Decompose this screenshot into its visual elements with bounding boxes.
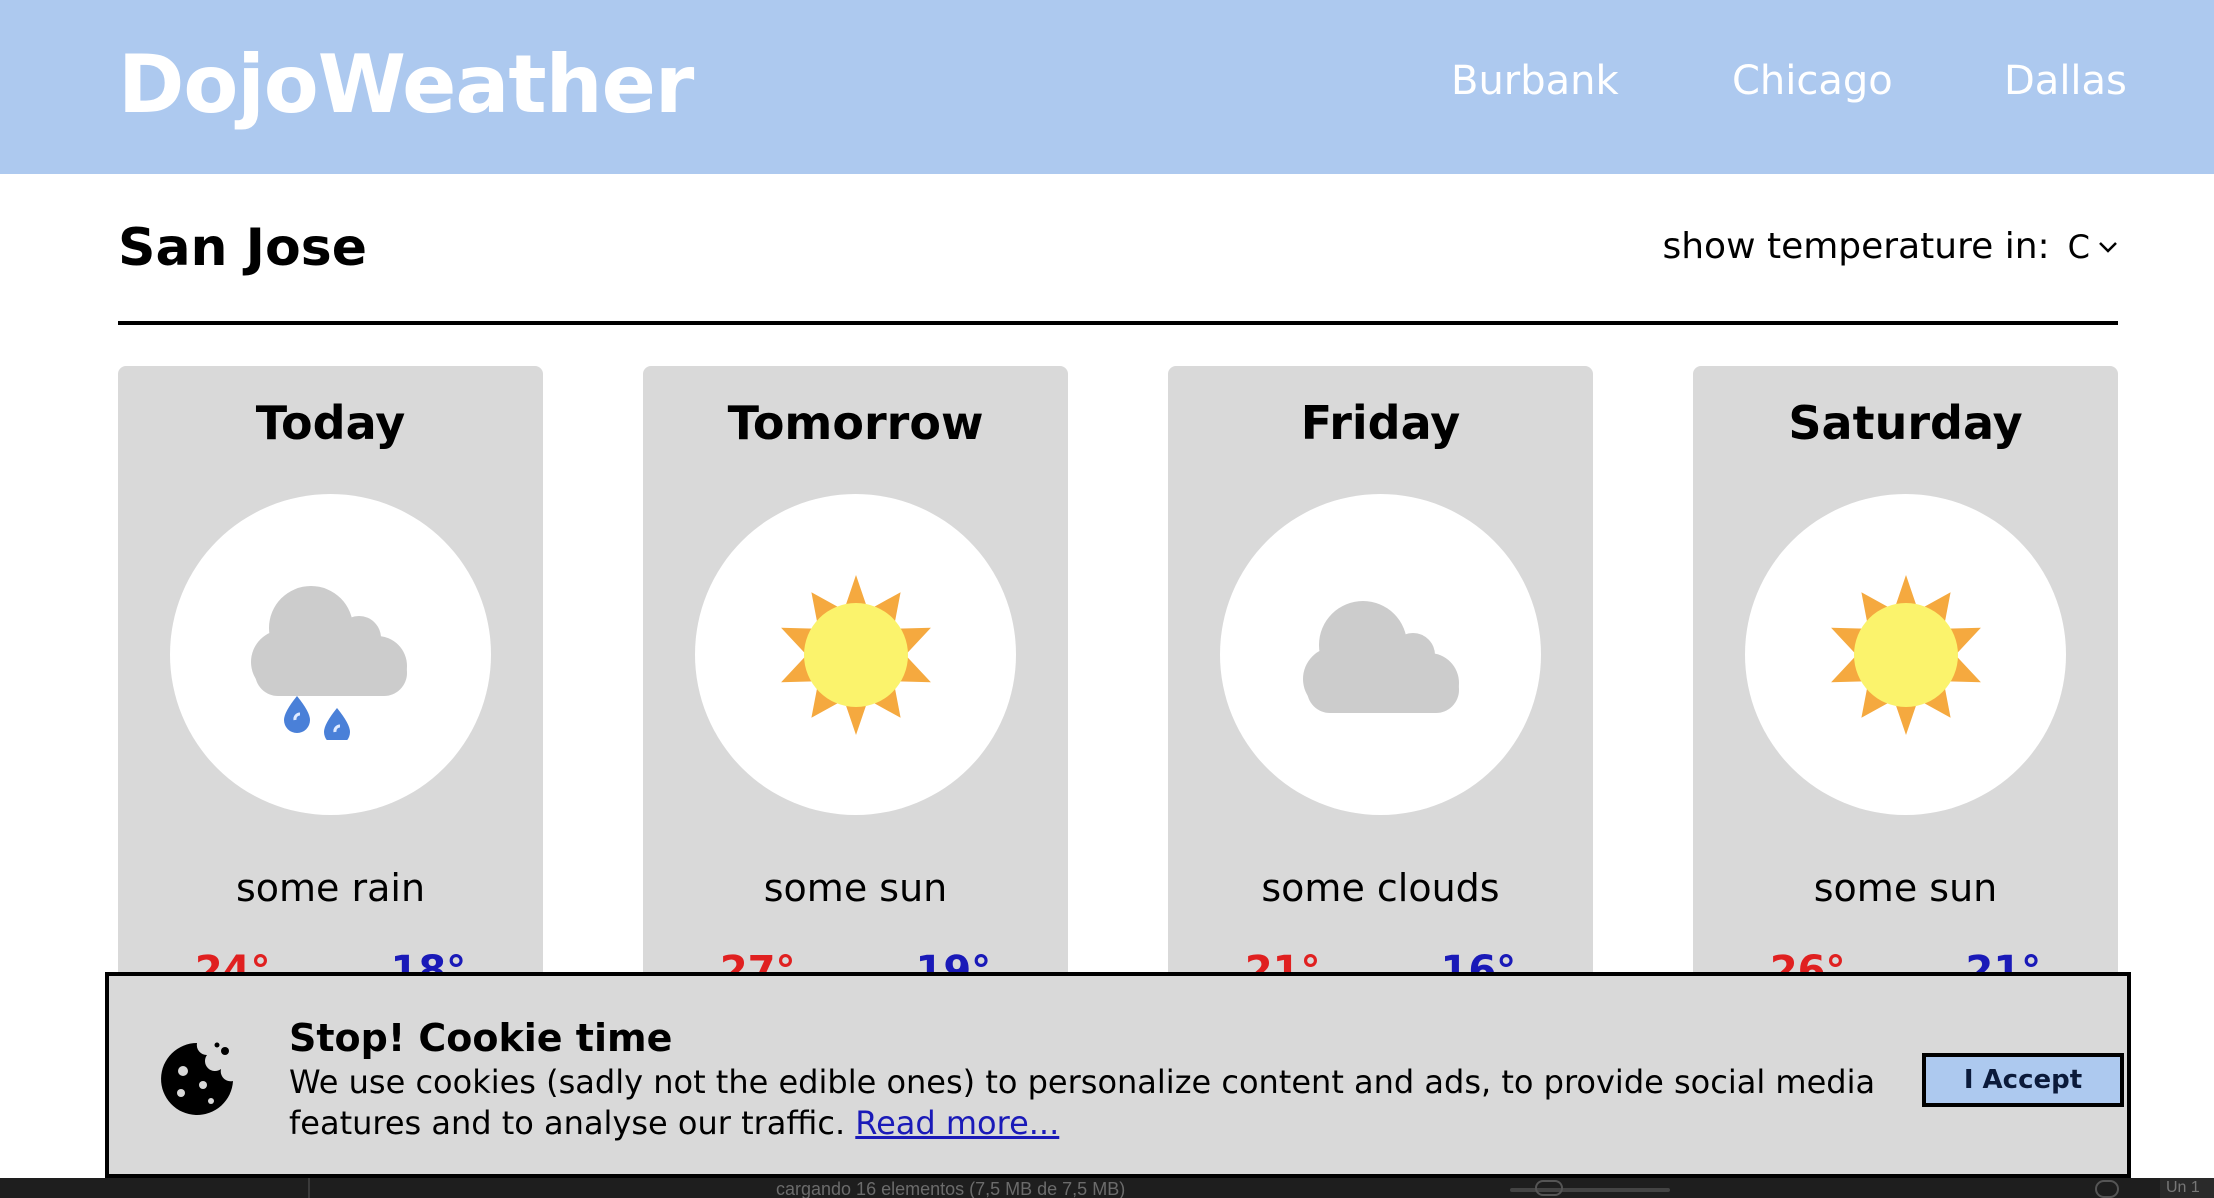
- forecast-card-saturday: Saturday some sun 26° 21°: [1693, 366, 2118, 1066]
- cookie-banner: Stop! Cookie time We use cookies (sadly …: [105, 972, 2131, 1178]
- forecast-card-friday: Friday some clouds 21° 16°: [1168, 366, 1593, 1066]
- temperature-unit-control: show temperature in: C: [1662, 226, 2118, 267]
- temperature-unit-label: show temperature in:: [1662, 226, 2050, 267]
- forecast-card-today: Today some rain 24° 18°: [118, 366, 543, 1066]
- weather-icon-circle: [1745, 494, 2066, 815]
- card-day-label: Saturday: [1788, 396, 2023, 450]
- cloud-icon: [1302, 600, 1459, 713]
- zoom-slider-handle[interactable]: [1535, 1180, 1563, 1196]
- card-day-label: Friday: [1300, 396, 1461, 450]
- divider: [118, 321, 2118, 325]
- rain-cloud-icon: [250, 585, 407, 740]
- cookie-message: We use cookies (sadly not the edible one…: [289, 1063, 1876, 1142]
- status-bar: cargando 16 elementos (7,5 MB de 7,5 MB)…: [0, 1178, 2214, 1198]
- weather-icon-circle: [1220, 494, 1541, 815]
- read-more-link[interactable]: Read more...: [855, 1104, 1059, 1142]
- weather-icon-circle: [695, 494, 1016, 815]
- zoom-slider[interactable]: [1510, 1188, 1670, 1192]
- weather-description: some sun: [1813, 866, 1998, 910]
- cookie-title: Stop! Cookie time: [289, 1016, 673, 1060]
- status-button[interactable]: [2095, 1180, 2119, 1198]
- temperature-unit-value: C: [2067, 227, 2090, 266]
- card-day-label: Today: [255, 396, 406, 450]
- status-right-label: Un 1: [2160, 1178, 2214, 1198]
- sun-icon: [780, 574, 931, 735]
- sun-icon: [1830, 574, 1981, 735]
- nav-link-burbank[interactable]: Burbank: [1451, 58, 1619, 104]
- nav-link-chicago[interactable]: Chicago: [1732, 58, 1893, 104]
- status-text: cargando 16 elementos (7,5 MB de 7,5 MB): [776, 1179, 1126, 1198]
- card-day-label: Tomorrow: [727, 396, 984, 450]
- page-title: San Jose: [118, 218, 367, 278]
- cookie-text: We use cookies (sadly not the edible one…: [289, 1062, 2009, 1144]
- weather-description: some rain: [235, 866, 426, 910]
- site-header: DojoWeather Burbank Chicago Dallas: [0, 0, 2214, 174]
- status-separator: [308, 1178, 310, 1198]
- weather-description: some sun: [763, 866, 948, 910]
- nav-link-dallas[interactable]: Dallas: [2004, 58, 2127, 104]
- logo[interactable]: DojoWeather: [118, 38, 694, 131]
- forecast-card-tomorrow: Tomorrow some sun 27° 19°: [643, 366, 1068, 1066]
- temperature-unit-select[interactable]: C: [2068, 228, 2118, 266]
- chevron-down-icon: [2099, 241, 2117, 253]
- cookie-icon: [161, 1042, 233, 1115]
- accept-cookies-button[interactable]: I Accept: [1922, 1053, 2124, 1107]
- weather-icon-circle: [170, 494, 491, 815]
- weather-description: some clouds: [1261, 866, 1500, 910]
